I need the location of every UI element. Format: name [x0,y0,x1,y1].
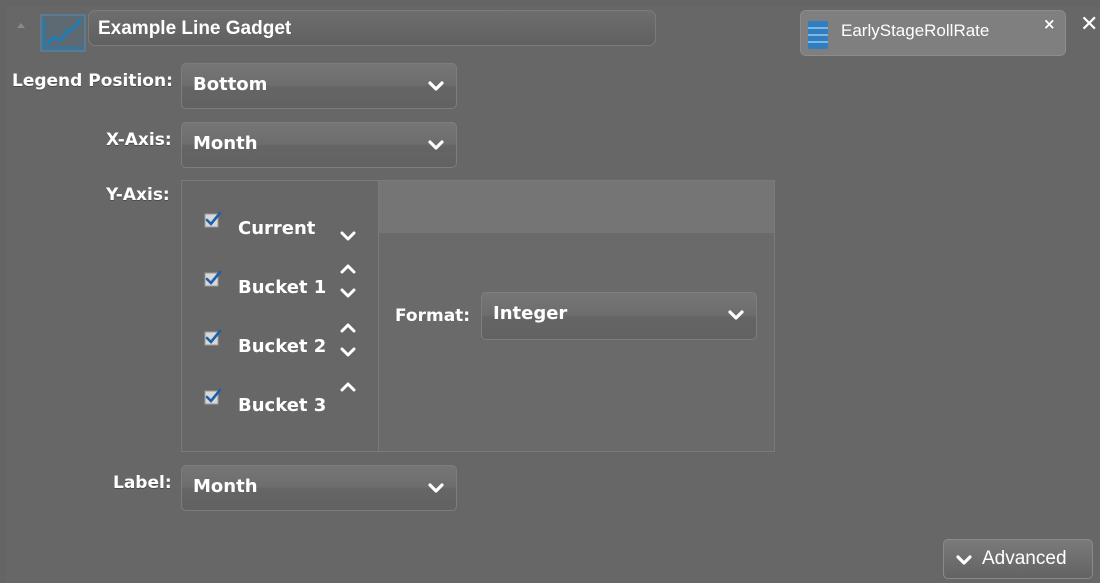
format-column: Format: Integer [379,181,774,451]
series-item-bucket-3: Bucket 3 [182,382,378,438]
series-item-bucket-2: Bucket 2 [182,323,378,379]
datasource-label: EarlyStageRollRate [841,21,990,40]
chevron-down-icon [428,81,444,91]
datasource-tag[interactable]: EarlyStageRollRate × [800,10,1066,56]
legend-position-value: Bottom [193,74,268,95]
series-list: Current Bucket 1 Bucket 2 Bucket 3 [182,181,379,451]
checkbox-checked-icon[interactable] [204,211,222,229]
chevron-down-icon [956,555,972,565]
y-axis-label: Y-Axis: [106,185,170,205]
y-axis-panel: Current Bucket 1 Bucket 2 Bucket 3 Forma… [181,180,775,452]
legend-position-select[interactable]: Bottom [181,63,457,109]
gadget-title-text: Example Line Gadget [98,18,292,39]
format-value: Integer [493,303,568,324]
move-down-icon[interactable] [340,230,356,242]
datasource-remove-icon[interactable]: × [1043,15,1056,33]
label-select[interactable]: Month [181,465,457,511]
advanced-button[interactable]: Advanced [943,539,1093,579]
line-chart-icon [40,14,86,52]
chevron-down-icon [728,310,744,320]
close-gadget-icon[interactable]: ✕ [1080,14,1098,36]
checkbox-checked-icon[interactable] [204,270,222,288]
label-value: Month [193,476,258,497]
legend-position-label: Legend Position: [12,71,173,91]
move-up-icon[interactable] [340,322,356,334]
x-axis-label: X-Axis: [106,130,172,150]
label-field-label: Label: [113,473,172,493]
series-label: Bucket 2 [238,336,327,357]
series-item-bucket-1: Bucket 1 [182,264,378,320]
move-down-icon[interactable] [340,287,356,299]
series-item-current: Current [182,211,378,261]
format-column-header [379,181,774,233]
move-down-icon[interactable] [340,346,356,358]
format-select[interactable]: Integer [481,292,757,340]
chevron-down-icon [428,483,444,493]
move-up-icon[interactable] [340,263,356,275]
collapse-arrow-icon[interactable] [17,23,25,28]
series-label: Bucket 1 [238,277,327,298]
series-label: Bucket 3 [238,395,327,416]
format-label: Format: [395,306,471,326]
database-icon [808,21,828,49]
move-up-icon[interactable] [340,381,356,393]
x-axis-value: Month [193,133,258,154]
x-axis-select[interactable]: Month [181,122,457,168]
series-label: Current [238,218,316,239]
gadget-title-input[interactable]: Example Line Gadget [88,10,656,46]
advanced-button-label: Advanced [982,548,1067,569]
checkbox-checked-icon[interactable] [204,329,222,347]
checkbox-checked-icon[interactable] [204,388,222,406]
chevron-down-icon [428,140,444,150]
